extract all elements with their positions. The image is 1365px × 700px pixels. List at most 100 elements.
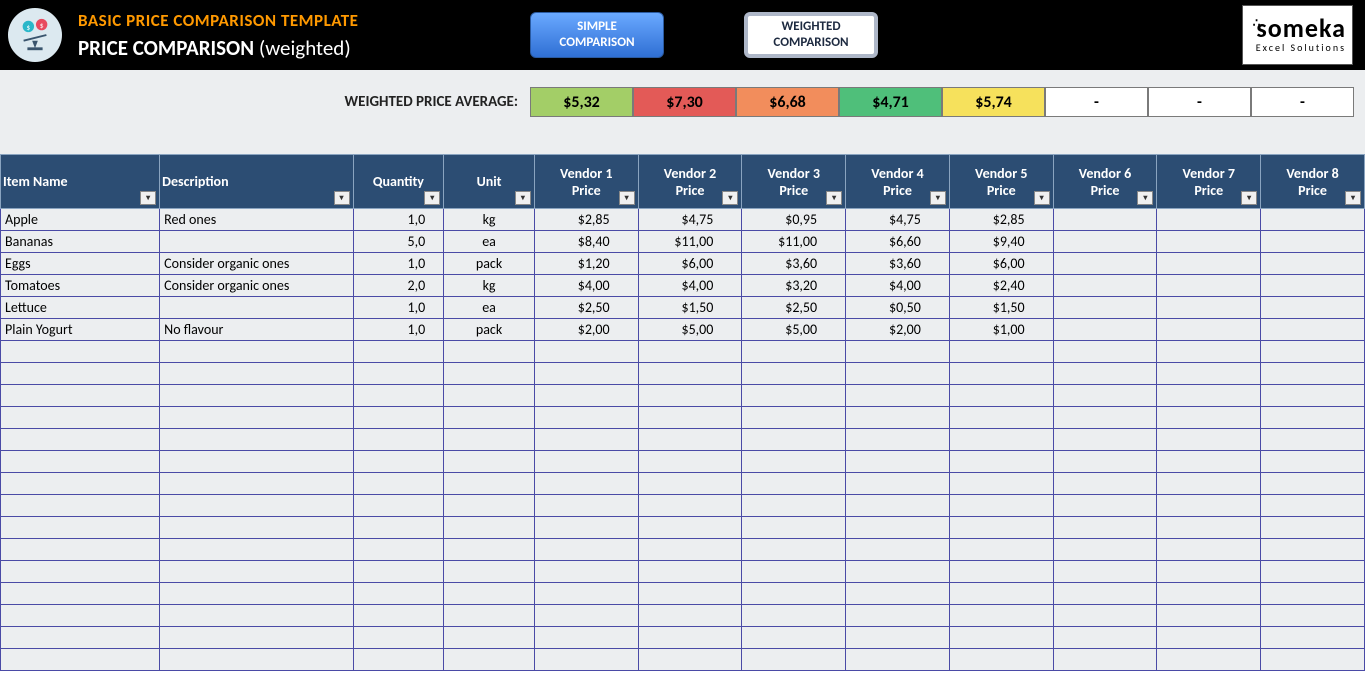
empty-cell[interactable]: [742, 473, 846, 495]
empty-cell[interactable]: [1053, 517, 1157, 539]
cell-vendor-4-price[interactable]: $6,60: [846, 231, 950, 253]
empty-cell[interactable]: [742, 605, 846, 627]
empty-cell[interactable]: [1157, 539, 1261, 561]
filter-dropdown-icon[interactable]: ▾: [930, 191, 946, 205]
cell-vendor-2-price[interactable]: $6,00: [638, 253, 742, 275]
cell-unit[interactable]: ea: [444, 231, 535, 253]
empty-cell[interactable]: [160, 341, 353, 363]
filter-dropdown-icon[interactable]: ▾: [1345, 191, 1361, 205]
empty-cell[interactable]: [160, 649, 353, 671]
cell-description[interactable]: Consider organic ones: [160, 253, 353, 275]
empty-cell[interactable]: [160, 451, 353, 473]
cell-vendor-6-price[interactable]: [1053, 231, 1157, 253]
empty-cell[interactable]: [742, 407, 846, 429]
empty-cell[interactable]: [444, 495, 535, 517]
empty-cell[interactable]: [638, 429, 742, 451]
empty-cell[interactable]: [160, 605, 353, 627]
cell-vendor-5-price[interactable]: $2,40: [949, 275, 1053, 297]
empty-cell[interactable]: [1053, 495, 1157, 517]
cell-vendor-6-price[interactable]: [1053, 275, 1157, 297]
empty-cell[interactable]: [846, 627, 950, 649]
col-header-vendor-2[interactable]: Vendor 2Price▾: [638, 155, 742, 209]
empty-cell[interactable]: [1261, 451, 1365, 473]
empty-cell[interactable]: [846, 583, 950, 605]
empty-cell[interactable]: [1261, 341, 1365, 363]
empty-cell[interactable]: [1157, 583, 1261, 605]
cell-item-name[interactable]: Lettuce: [1, 297, 160, 319]
empty-cell[interactable]: [160, 473, 353, 495]
empty-cell[interactable]: [444, 473, 535, 495]
empty-cell[interactable]: [949, 583, 1053, 605]
col-header-unit[interactable]: Unit▾: [444, 155, 535, 209]
empty-cell[interactable]: [1053, 605, 1157, 627]
col-header-vendor-5[interactable]: Vendor 5Price▾: [949, 155, 1053, 209]
cell-quantity[interactable]: 1,0: [353, 209, 444, 231]
empty-cell[interactable]: [949, 407, 1053, 429]
cell-vendor-2-price[interactable]: $5,00: [638, 319, 742, 341]
empty-cell[interactable]: [742, 539, 846, 561]
empty-cell[interactable]: [534, 605, 638, 627]
empty-cell[interactable]: [444, 583, 535, 605]
empty-cell[interactable]: [1, 517, 160, 539]
cell-vendor-4-price[interactable]: $3,60: [846, 253, 950, 275]
empty-cell[interactable]: [949, 627, 1053, 649]
cell-vendor-5-price[interactable]: $1,00: [949, 319, 1053, 341]
empty-cell[interactable]: [1053, 363, 1157, 385]
empty-cell[interactable]: [742, 627, 846, 649]
cell-unit[interactable]: kg: [444, 209, 535, 231]
empty-cell[interactable]: [1157, 495, 1261, 517]
cell-description[interactable]: No flavour: [160, 319, 353, 341]
filter-dropdown-icon[interactable]: ▾: [140, 191, 156, 205]
col-header-vendor-6[interactable]: Vendor 6Price▾: [1053, 155, 1157, 209]
empty-cell[interactable]: [1261, 649, 1365, 671]
empty-cell[interactable]: [444, 517, 535, 539]
cell-description[interactable]: Red ones: [160, 209, 353, 231]
empty-cell[interactable]: [160, 517, 353, 539]
filter-dropdown-icon[interactable]: ▾: [424, 191, 440, 205]
cell-vendor-3-price[interactable]: $3,20: [742, 275, 846, 297]
empty-cell[interactable]: [1053, 539, 1157, 561]
empty-cell[interactable]: [846, 341, 950, 363]
empty-cell[interactable]: [638, 517, 742, 539]
empty-cell[interactable]: [160, 495, 353, 517]
empty-cell[interactable]: [742, 649, 846, 671]
empty-cell[interactable]: [1053, 561, 1157, 583]
empty-cell[interactable]: [638, 627, 742, 649]
cell-vendor-1-price[interactable]: $2,00: [534, 319, 638, 341]
empty-cell[interactable]: [1261, 539, 1365, 561]
cell-vendor-5-price[interactable]: $9,40: [949, 231, 1053, 253]
empty-cell[interactable]: [1261, 363, 1365, 385]
cell-vendor-7-price[interactable]: [1157, 297, 1261, 319]
cell-unit[interactable]: pack: [444, 319, 535, 341]
empty-cell[interactable]: [1157, 341, 1261, 363]
col-header-item-name[interactable]: Item Name▾: [1, 155, 160, 209]
empty-cell[interactable]: [846, 495, 950, 517]
empty-cell[interactable]: [846, 605, 950, 627]
cell-vendor-1-price[interactable]: $2,85: [534, 209, 638, 231]
cell-vendor-7-price[interactable]: [1157, 209, 1261, 231]
cell-vendor-2-price[interactable]: $4,00: [638, 275, 742, 297]
empty-cell[interactable]: [1, 385, 160, 407]
empty-cell[interactable]: [1, 605, 160, 627]
empty-cell[interactable]: [638, 385, 742, 407]
cell-vendor-6-price[interactable]: [1053, 253, 1157, 275]
cell-unit[interactable]: kg: [444, 275, 535, 297]
cell-vendor-8-price[interactable]: [1261, 209, 1365, 231]
filter-dropdown-icon[interactable]: ▾: [334, 191, 350, 205]
empty-cell[interactable]: [1261, 429, 1365, 451]
empty-cell[interactable]: [1157, 517, 1261, 539]
empty-cell[interactable]: [160, 539, 353, 561]
empty-cell[interactable]: [949, 649, 1053, 671]
cell-unit[interactable]: pack: [444, 253, 535, 275]
cell-vendor-8-price[interactable]: [1261, 275, 1365, 297]
cell-item-name[interactable]: Eggs: [1, 253, 160, 275]
empty-cell[interactable]: [1, 363, 160, 385]
empty-cell[interactable]: [742, 517, 846, 539]
empty-cell[interactable]: [353, 561, 444, 583]
empty-cell[interactable]: [534, 429, 638, 451]
empty-cell[interactable]: [949, 495, 1053, 517]
cell-vendor-1-price[interactable]: $4,00: [534, 275, 638, 297]
empty-cell[interactable]: [534, 341, 638, 363]
cell-vendor-6-price[interactable]: [1053, 297, 1157, 319]
empty-cell[interactable]: [534, 539, 638, 561]
